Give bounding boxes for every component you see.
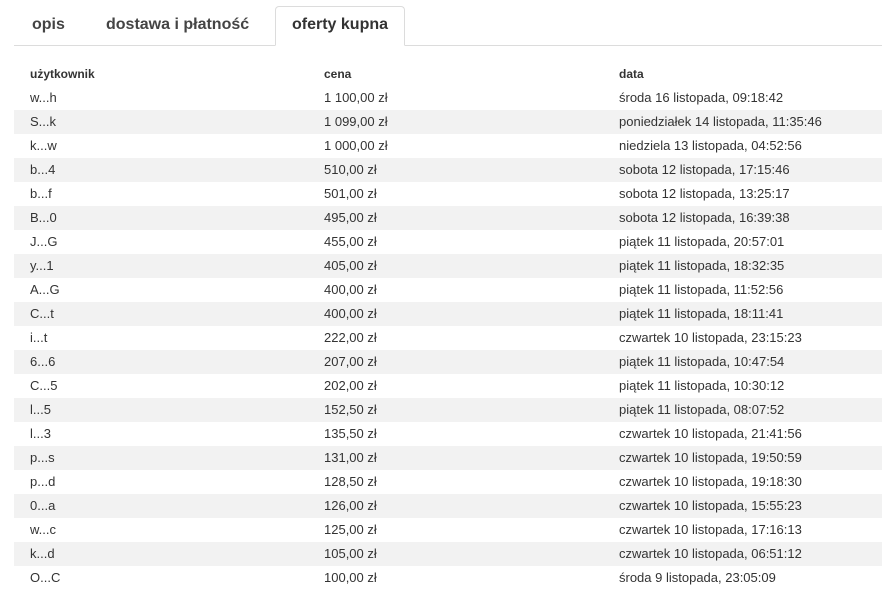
table-row: B...0 495,00 zł sobota 12 listopada, 16:39… — [14, 206, 882, 230]
cell-price: 135,50 zł — [324, 426, 377, 441]
cell-price: 1 000,00 zł — [324, 138, 388, 153]
cell-price: 128,50 zł — [324, 474, 377, 489]
cell-price: 455,00 zł — [324, 234, 377, 249]
table-row: k...w 1 000,00 zł niedziela 13 listopada, … — [14, 134, 882, 158]
cell-date: czwartek 10 listopada, 15:55:23 — [619, 498, 802, 513]
cell-date: sobota 12 listopada, 17:15:46 — [619, 162, 790, 177]
cell-price: 510,00 zł — [324, 162, 377, 177]
table-row: b...f 501,00 zł sobota 12 listopada, 13:25… — [14, 182, 882, 206]
tab-oferty-kupna[interactable]: oferty kupna — [275, 6, 405, 46]
cell-user: S...k — [30, 114, 57, 129]
table-row: A...G 400,00 zł piątek 11 listopada, 11:52… — [14, 278, 882, 302]
cell-price: 131,00 zł — [324, 450, 377, 465]
cell-date: piątek 11 listopada, 11:52:56 — [619, 282, 784, 297]
cell-price: 222,00 zł — [324, 330, 377, 345]
cell-price: 405,00 zł — [324, 258, 377, 273]
table-row: l...3 135,50 zł czwartek 10 listopada, 21:… — [14, 422, 882, 446]
table-row: 0...a 126,00 zł czwartek 10 listopada, 15:… — [14, 494, 882, 518]
cell-user: B...0 — [30, 210, 57, 225]
column-header-date: data — [619, 67, 644, 81]
cell-user: b...f — [30, 186, 52, 201]
cell-date: sobota 12 listopada, 16:39:38 — [619, 210, 790, 225]
cell-user: 0...a — [30, 498, 56, 513]
cell-price: 152,50 zł — [324, 402, 377, 417]
cell-user: l...5 — [30, 402, 51, 417]
cell-date: piątek 11 listopada, 20:57:01 — [619, 234, 785, 249]
cell-date: środa 9 listopada, 23:05:09 — [619, 570, 776, 585]
cell-user: y...1 — [30, 258, 54, 273]
cell-user: k...d — [30, 546, 55, 561]
table-row: O...C 100,00 zł środa 9 listopada, 23:05:0… — [14, 566, 882, 590]
cell-price: 495,00 zł — [324, 210, 377, 225]
table-row: p...s 131,00 zł czwartek 10 listopada, 19:… — [14, 446, 882, 470]
cell-date: piątek 11 listopada, 08:07:52 — [619, 402, 785, 417]
cell-user: p...s — [30, 450, 55, 465]
cell-price: 126,00 zł — [324, 498, 377, 513]
table-row: p...d 128,50 zł czwartek 10 listopada, 19:… — [14, 470, 882, 494]
table-row: C...t 400,00 zł piątek 11 listopada, 18:11… — [14, 302, 882, 326]
table-body: w...h 1 100,00 zł środa 16 listopada, 09:1… — [14, 86, 882, 590]
cell-user: k...w — [30, 138, 57, 153]
table-row: b...4 510,00 zł sobota 12 listopada, 17:15… — [14, 158, 882, 182]
cell-date: czwartek 10 listopada, 19:50:59 — [619, 450, 802, 465]
table-row: l...5 152,50 zł piątek 11 listopada, 08:07… — [14, 398, 882, 422]
cell-date: piątek 11 listopada, 10:30:12 — [619, 378, 785, 393]
cell-date: czwartek 10 listopada, 21:41:56 — [619, 426, 802, 441]
cell-date: czwartek 10 listopada, 19:18:30 — [619, 474, 802, 489]
cell-date: czwartek 10 listopada, 23:15:23 — [619, 330, 802, 345]
cell-date: piątek 11 listopada, 18:32:35 — [619, 258, 785, 273]
cell-user: J...G — [30, 234, 58, 249]
cell-price: 501,00 zł — [324, 186, 377, 201]
table-row: w...c 125,00 zł czwartek 10 listopada, 17:… — [14, 518, 882, 542]
cell-user: w...h — [30, 90, 57, 105]
table-row: y...1 405,00 zł piątek 11 listopada, 18:32… — [14, 254, 882, 278]
cell-user: l...3 — [30, 426, 51, 441]
cell-date: czwartek 10 listopada, 06:51:12 — [619, 546, 802, 561]
cell-user: C...5 — [30, 378, 58, 393]
table-row: C...5 202,00 zł piątek 11 listopada, 10:30… — [14, 374, 882, 398]
tab-bar: opis dostawa i płatność oferty kupna — [14, 0, 882, 46]
cell-user: i...t — [30, 330, 48, 345]
cell-price: 125,00 zł — [324, 522, 377, 537]
cell-price: 1 100,00 zł — [324, 90, 388, 105]
cell-price: 207,00 zł — [324, 354, 377, 369]
cell-price: 105,00 zł — [324, 546, 377, 561]
cell-price: 202,00 zł — [324, 378, 377, 393]
table-header: użytkownik cena data — [14, 60, 882, 86]
cell-price: 100,00 zł — [324, 570, 377, 585]
cell-price: 400,00 zł — [324, 282, 377, 297]
cell-user: 6...6 — [30, 354, 56, 369]
cell-date: czwartek 10 listopada, 17:16:13 — [619, 522, 802, 537]
tab-opis[interactable]: opis — [17, 7, 75, 45]
cell-date: niedziela 13 listopada, 04:52:56 — [619, 138, 802, 153]
cell-price: 400,00 zł — [324, 306, 377, 321]
cell-date: piątek 11 listopada, 10:47:54 — [619, 354, 785, 369]
cell-date: poniedziałek 14 listopada, 11:35:46 — [619, 114, 822, 129]
cell-price: 1 099,00 zł — [324, 114, 388, 129]
table-row: J...G 455,00 zł piątek 11 listopada, 20:57… — [14, 230, 882, 254]
cell-user: O...C — [30, 570, 61, 585]
table-row: S...k 1 099,00 zł poniedziałek 14 listopad… — [14, 110, 882, 134]
cell-date: sobota 12 listopada, 13:25:17 — [619, 186, 790, 201]
table-row: w...h 1 100,00 zł środa 16 listopada, 09:1… — [14, 86, 882, 110]
column-header-user: użytkownik — [30, 67, 95, 81]
cell-date: piątek 11 listopada, 18:11:41 — [619, 306, 784, 321]
cell-user: p...d — [30, 474, 56, 489]
cell-user: C...t — [30, 306, 54, 321]
table-row: 6...6 207,00 zł piątek 11 listopada, 10:47… — [14, 350, 882, 374]
cell-user: b...4 — [30, 162, 56, 177]
tab-dostawa-i-platnosc[interactable]: dostawa i płatność — [90, 7, 270, 45]
column-header-price: cena — [324, 67, 352, 81]
cell-user: A...G — [30, 282, 60, 297]
cell-date: środa 16 listopada, 09:18:42 — [619, 90, 784, 105]
table-row: k...d 105,00 zł czwartek 10 listopada, 06:… — [14, 542, 882, 566]
cell-user: w...c — [30, 522, 57, 537]
offers-table: użytkownik cena data w...h 1 100,00 zł śro… — [14, 60, 882, 590]
table-row: i...t 222,00 zł czwartek 10 listopada, 23:… — [14, 326, 882, 350]
